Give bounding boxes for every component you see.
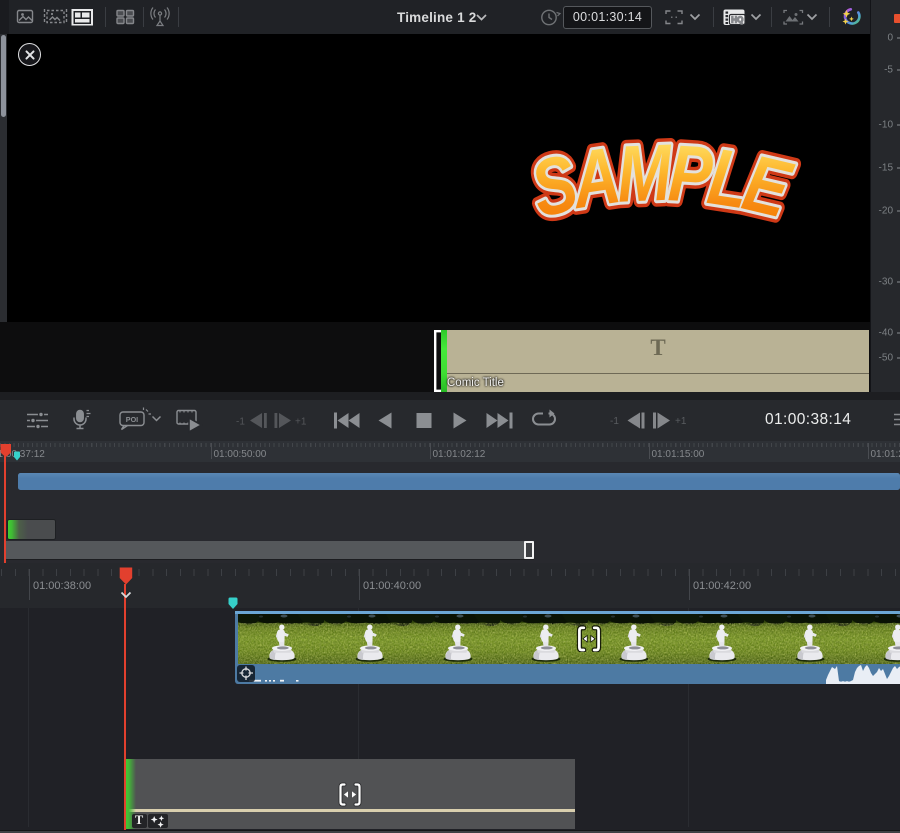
svg-text:+1: +1 [675,416,687,427]
svg-text:HQ: HQ [731,16,743,25]
svg-text:-1: -1 [236,417,245,428]
svg-text:-1: -1 [610,416,619,427]
svg-text:POI: POI [126,415,138,424]
svg-text:SAMPLE: SAMPLE [528,128,800,235]
svg-text:+1: +1 [295,417,307,428]
